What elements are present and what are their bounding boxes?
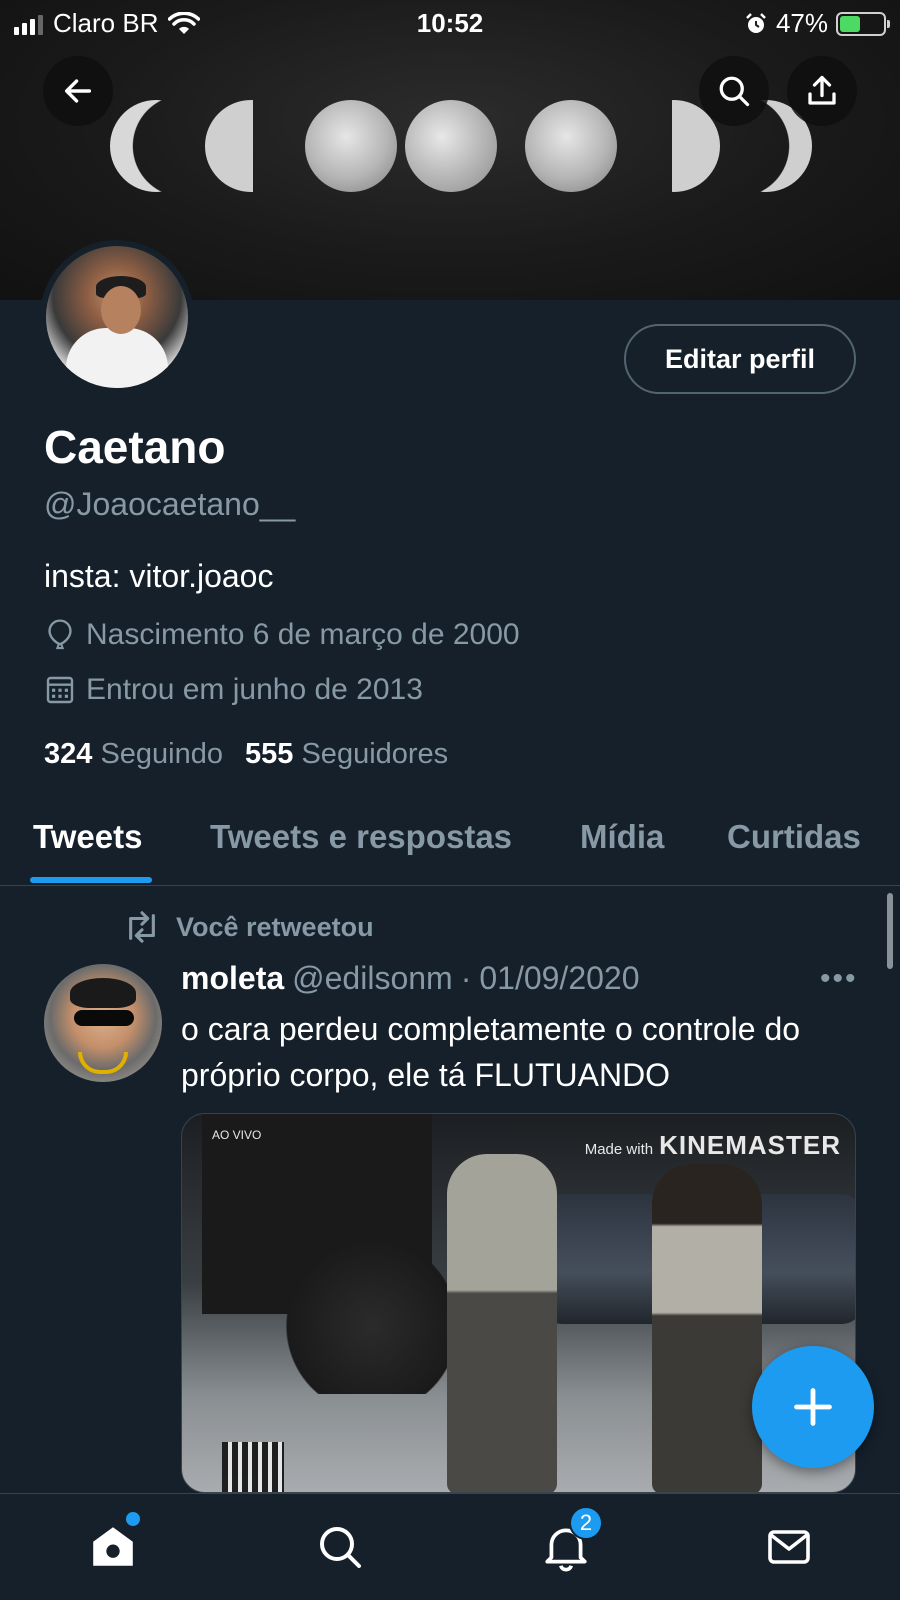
- moon-phase-image: [525, 100, 617, 192]
- moon-phase-image: [305, 100, 397, 192]
- nav-search[interactable]: [305, 1512, 375, 1582]
- nav-notifications[interactable]: 2: [531, 1506, 603, 1582]
- moon-phase-image: [205, 100, 297, 192]
- profile-tabs: Tweets Tweets e respostas Mídia Curtidas: [0, 800, 900, 886]
- watermark-prefix: Made with: [584, 1141, 654, 1158]
- tab-media[interactable]: Mídia: [580, 818, 664, 856]
- birth-date-text: Nascimento 6 de março de 2000: [86, 618, 520, 651]
- tab-likes[interactable]: Curtidas: [727, 818, 861, 856]
- calendar-icon: [46, 676, 74, 704]
- scrollbar[interactable]: [887, 893, 893, 969]
- moon-phase-image: [110, 100, 202, 192]
- search-icon: [719, 76, 750, 107]
- search-icon: [320, 1527, 361, 1568]
- followers-label: Seguidores: [301, 738, 449, 770]
- profile-bio: insta: vitor.joaoc: [44, 558, 274, 594]
- nav-home[interactable]: [78, 1512, 148, 1582]
- following-count: 324: [44, 738, 93, 770]
- battery-percent: 47%: [775, 8, 828, 38]
- nav-messages[interactable]: [754, 1512, 824, 1582]
- joined-date-row: Entrou em junho de 2013: [44, 673, 423, 707]
- edit-profile-button[interactable]: Editar perfil: [624, 324, 856, 394]
- balloon-icon: [48, 619, 72, 650]
- retweet-icon: [129, 911, 155, 943]
- share-icon: [808, 75, 836, 105]
- retweet-label: Você retweetou: [176, 911, 374, 942]
- video-watermark: Made with KINEMASTER: [585, 1130, 841, 1161]
- arrow-left-icon: [64, 79, 92, 103]
- following-label: Seguindo: [100, 738, 224, 770]
- search-button[interactable]: [699, 56, 769, 126]
- notifications-badge: 2: [569, 1506, 603, 1540]
- profile-avatar[interactable]: [40, 240, 194, 394]
- follow-stats: 324 Seguindo 555 Seguidores: [44, 738, 448, 771]
- mail-icon: [768, 1530, 810, 1564]
- retweet-context: Você retweetou: [122, 910, 374, 944]
- tweet-date[interactable]: 01/09/2020: [479, 960, 639, 997]
- followers-count: 555: [245, 738, 294, 770]
- tweet-header: moleta @edilsonm · 01/09/2020: [181, 960, 640, 997]
- moon-phase-image: [628, 100, 720, 192]
- back-button[interactable]: [43, 56, 113, 126]
- tweet-author-handle[interactable]: @edilsonm: [292, 960, 453, 997]
- tweet-video[interactable]: AO VIVO Made with KINEMASTER: [181, 1113, 856, 1493]
- joined-date-text: Entrou em junho de 2013: [86, 673, 423, 706]
- tweet-separator: ·: [460, 960, 472, 996]
- profile-name: Caetano: [44, 421, 226, 473]
- tweet-author-name[interactable]: moleta: [181, 960, 284, 997]
- battery-icon: [836, 11, 890, 36]
- share-button[interactable]: [787, 56, 857, 126]
- followers-link[interactable]: 555 Seguidores: [245, 738, 448, 771]
- plus-icon: [794, 1388, 832, 1426]
- tweet-text: o cara perdeu completamente o controle d…: [181, 1011, 801, 1093]
- moon-phase-image: [405, 100, 497, 192]
- status-bar: Claro BR 10:52 47%: [0, 0, 900, 44]
- video-live-label: AO VIVO: [212, 1128, 262, 1142]
- tab-tweets[interactable]: Tweets: [33, 818, 142, 856]
- profile-handle: @Joaocaetano__: [44, 486, 296, 522]
- compose-tweet-button[interactable]: [752, 1346, 874, 1468]
- alarm-icon: [746, 12, 766, 33]
- home-icon: [93, 1527, 133, 1566]
- more-options-icon[interactable]: •••: [820, 962, 858, 996]
- tab-tweets-and-replies[interactable]: Tweets e respostas: [210, 818, 512, 856]
- qr-code-image: [222, 1442, 284, 1492]
- home-unread-dot: [126, 1512, 140, 1526]
- watermark-brand: KINEMASTER: [659, 1130, 841, 1160]
- birth-date-row: Nascimento 6 de março de 2000: [44, 618, 520, 652]
- following-link[interactable]: 324 Seguindo: [44, 738, 223, 771]
- active-tab-indicator: [30, 877, 152, 883]
- tweet-author-avatar[interactable]: [44, 964, 162, 1082]
- bottom-navigation: 2: [0, 1493, 900, 1600]
